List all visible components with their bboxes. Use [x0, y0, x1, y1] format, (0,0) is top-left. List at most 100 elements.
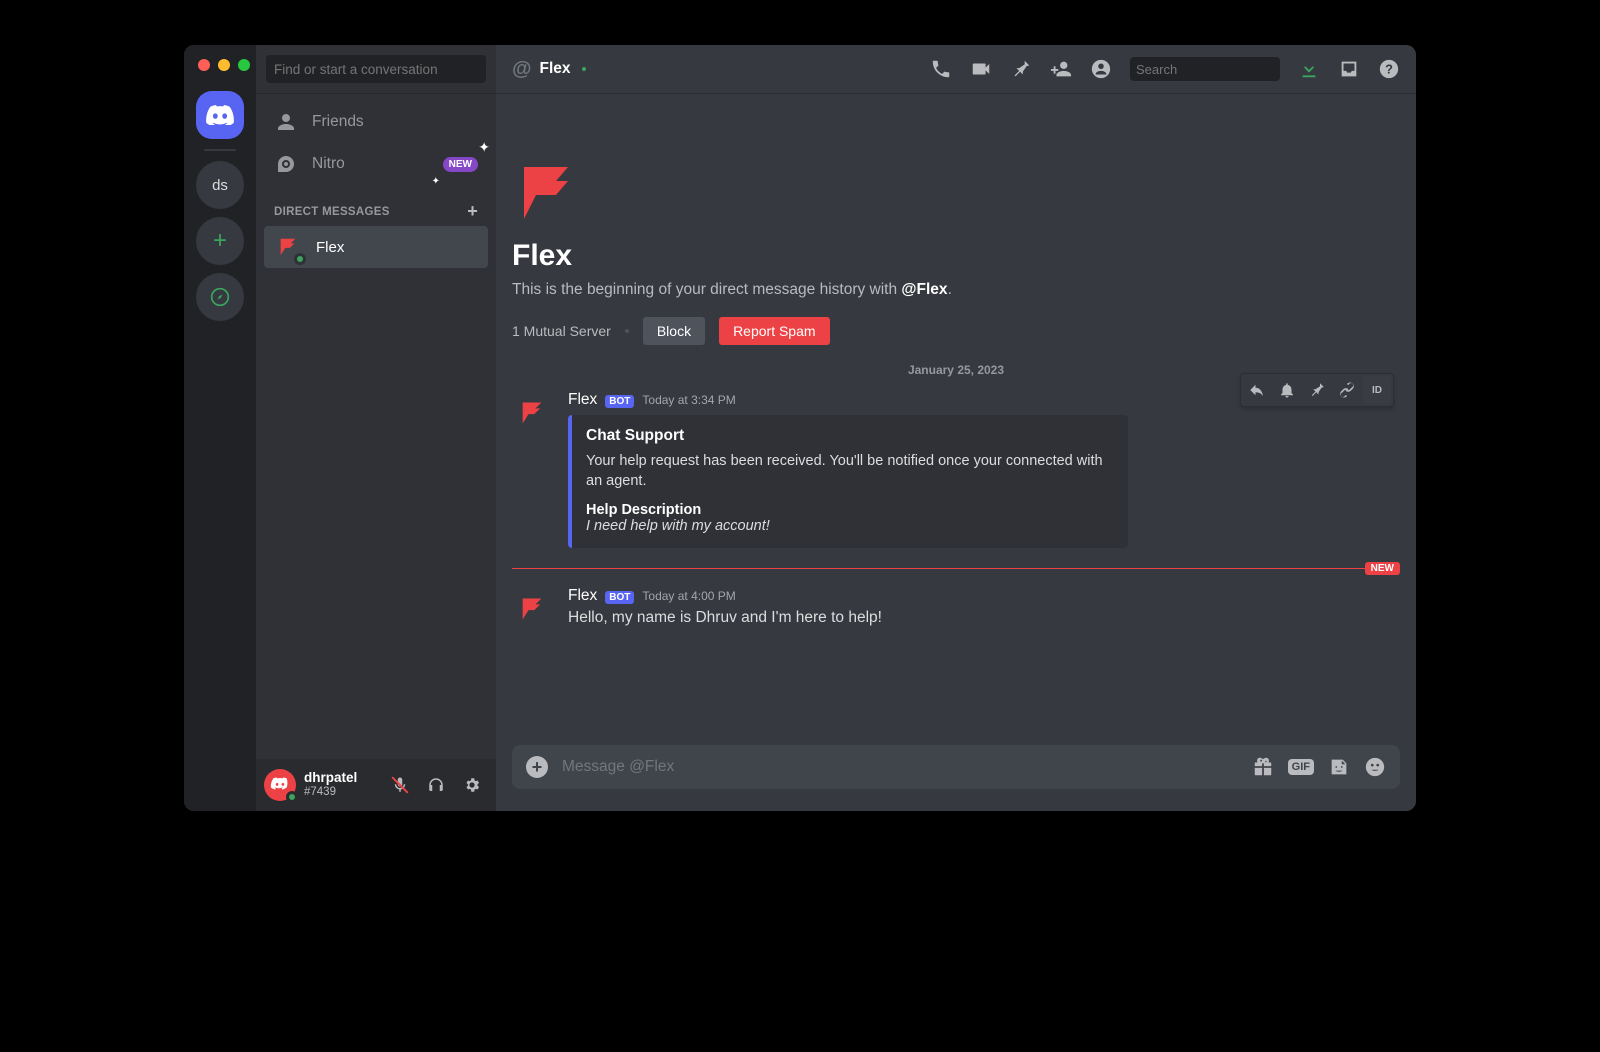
hero-title: Flex	[512, 239, 1400, 273]
message-embed: Chat Support Your help request has been …	[568, 415, 1128, 548]
video-call-button[interactable]	[970, 58, 992, 80]
add-friend-button[interactable]	[1050, 58, 1072, 80]
message-toolbar: ID	[1240, 373, 1394, 407]
composer-input[interactable]	[562, 758, 1238, 776]
gear-icon	[463, 776, 481, 794]
channel-titlebar: @ Flex ?	[496, 45, 1416, 93]
status-online-icon	[286, 791, 298, 803]
mute-mic-button[interactable]	[384, 769, 416, 801]
emoji-button[interactable]	[1364, 756, 1386, 778]
divider-line	[512, 568, 1366, 569]
dm-item-label: Flex	[316, 239, 344, 256]
pin-icon	[1308, 381, 1326, 399]
chat-scroll[interactable]: Flex This is the beginning of your direc…	[496, 93, 1416, 745]
message-text: Hello, my name is Dhruv and I'm here to …	[568, 607, 882, 628]
create-dm-button[interactable]: +	[467, 201, 478, 222]
voice-call-button[interactable]	[930, 58, 952, 80]
window-minimize[interactable]	[218, 59, 230, 71]
main-area: @ Flex ?	[496, 45, 1416, 811]
message-author[interactable]: Flex	[568, 587, 597, 605]
dm-item-flex[interactable]: Flex	[264, 226, 488, 268]
search-input[interactable]	[1136, 62, 1312, 77]
sticker-button[interactable]	[1328, 756, 1350, 778]
gif-icon: GIF	[1288, 759, 1314, 775]
new-messages-divider: NEW	[512, 562, 1400, 575]
dm-section-title: DIRECT MESSAGES	[274, 206, 390, 218]
react-button[interactable]	[1273, 376, 1301, 404]
pinned-messages-button[interactable]	[1010, 58, 1032, 80]
explore-servers-button[interactable]	[196, 273, 244, 321]
nitro-new-badge: NEW	[443, 157, 478, 172]
embed-field-title: Help Description	[586, 502, 1114, 518]
copy-link-button[interactable]	[1333, 376, 1361, 404]
server-separator	[204, 149, 236, 151]
nitro-icon	[274, 152, 298, 176]
deafen-button[interactable]	[420, 769, 452, 801]
dot-separator	[625, 329, 629, 333]
sticker-icon	[1328, 756, 1350, 778]
report-spam-button[interactable]: Report Spam	[719, 317, 829, 345]
bot-badge: BOT	[605, 395, 634, 408]
dm-section-header: DIRECT MESSAGES +	[256, 185, 496, 226]
composer: + GIF	[496, 745, 1416, 811]
link-icon	[1338, 381, 1356, 399]
channel-title: Flex	[540, 60, 571, 78]
status-online-icon	[579, 64, 589, 74]
help-icon: ?	[1378, 58, 1400, 80]
copy-id-button[interactable]: ID	[1363, 376, 1391, 404]
nitro-nav[interactable]: Nitro NEW ✦ ✦	[264, 143, 488, 185]
block-button[interactable]: Block	[643, 317, 705, 345]
reply-icon	[1248, 381, 1266, 399]
friends-nav[interactable]: Friends	[264, 101, 488, 143]
home-button[interactable]	[196, 91, 244, 139]
attach-button[interactable]: +	[526, 756, 548, 778]
window-close[interactable]	[198, 59, 210, 71]
gif-button[interactable]: GIF	[1288, 756, 1314, 778]
conversation-search-input[interactable]	[266, 55, 486, 83]
user-profile-button[interactable]	[1090, 58, 1112, 80]
composer-box: + GIF	[512, 745, 1400, 789]
flex-logo-icon	[512, 159, 580, 227]
message: Flex BOT Today at 4:00 PM Hello, my name…	[512, 581, 1400, 639]
friends-icon	[274, 110, 298, 134]
inbox-button[interactable]	[1338, 58, 1360, 80]
emoji-icon	[1364, 756, 1386, 778]
embed-description: Your help request has been received. You…	[586, 451, 1114, 492]
user-panel: dhrpatel #7439	[256, 759, 496, 811]
compass-icon	[210, 287, 230, 307]
help-button[interactable]: ?	[1378, 58, 1400, 80]
mutual-servers[interactable]: 1 Mutual Server	[512, 323, 611, 339]
add-user-icon	[1050, 58, 1072, 80]
message-timestamp: Today at 4:00 PM	[642, 589, 735, 603]
titlebar-actions: ?	[930, 57, 1400, 81]
flex-logo-icon	[518, 595, 546, 623]
nitro-label: Nitro	[312, 155, 345, 173]
reply-button[interactable]	[1243, 376, 1271, 404]
message-header: Flex BOT Today at 4:00 PM	[568, 587, 882, 605]
message-avatar[interactable]	[512, 589, 552, 629]
dm-avatar	[272, 231, 304, 263]
server-ds[interactable]: ds	[196, 161, 244, 209]
user-settings-button[interactable]	[456, 769, 488, 801]
user-avatar[interactable]	[264, 769, 296, 801]
dm-sidebar: Friends Nitro NEW ✦ ✦ DIRECT MESSAGES + …	[256, 45, 496, 811]
message-avatar[interactable]	[512, 393, 552, 433]
gift-button[interactable]	[1252, 756, 1274, 778]
add-server-button[interactable]: +	[196, 217, 244, 265]
pin-message-button[interactable]	[1303, 376, 1331, 404]
message: ID Flex BOT Today at 3:34 PM Chat Suppor…	[512, 385, 1400, 558]
hero-actions: 1 Mutual Server Block Report Spam	[512, 317, 1400, 345]
at-icon: @	[512, 58, 532, 81]
window-zoom[interactable]	[238, 59, 250, 71]
hero-text: This is the beginning of your direct mes…	[512, 281, 901, 298]
friends-label: Friends	[312, 113, 364, 131]
message-author[interactable]: Flex	[568, 391, 597, 409]
search-box[interactable]	[1130, 57, 1280, 81]
composer-icons: GIF	[1252, 756, 1386, 778]
sparkle-icon: ✦	[478, 139, 490, 156]
hero-mention: @Flex	[901, 281, 947, 298]
video-icon	[970, 58, 992, 80]
svg-text:?: ?	[1385, 62, 1393, 77]
status-online-icon	[294, 253, 306, 265]
download-button[interactable]	[1298, 58, 1320, 80]
